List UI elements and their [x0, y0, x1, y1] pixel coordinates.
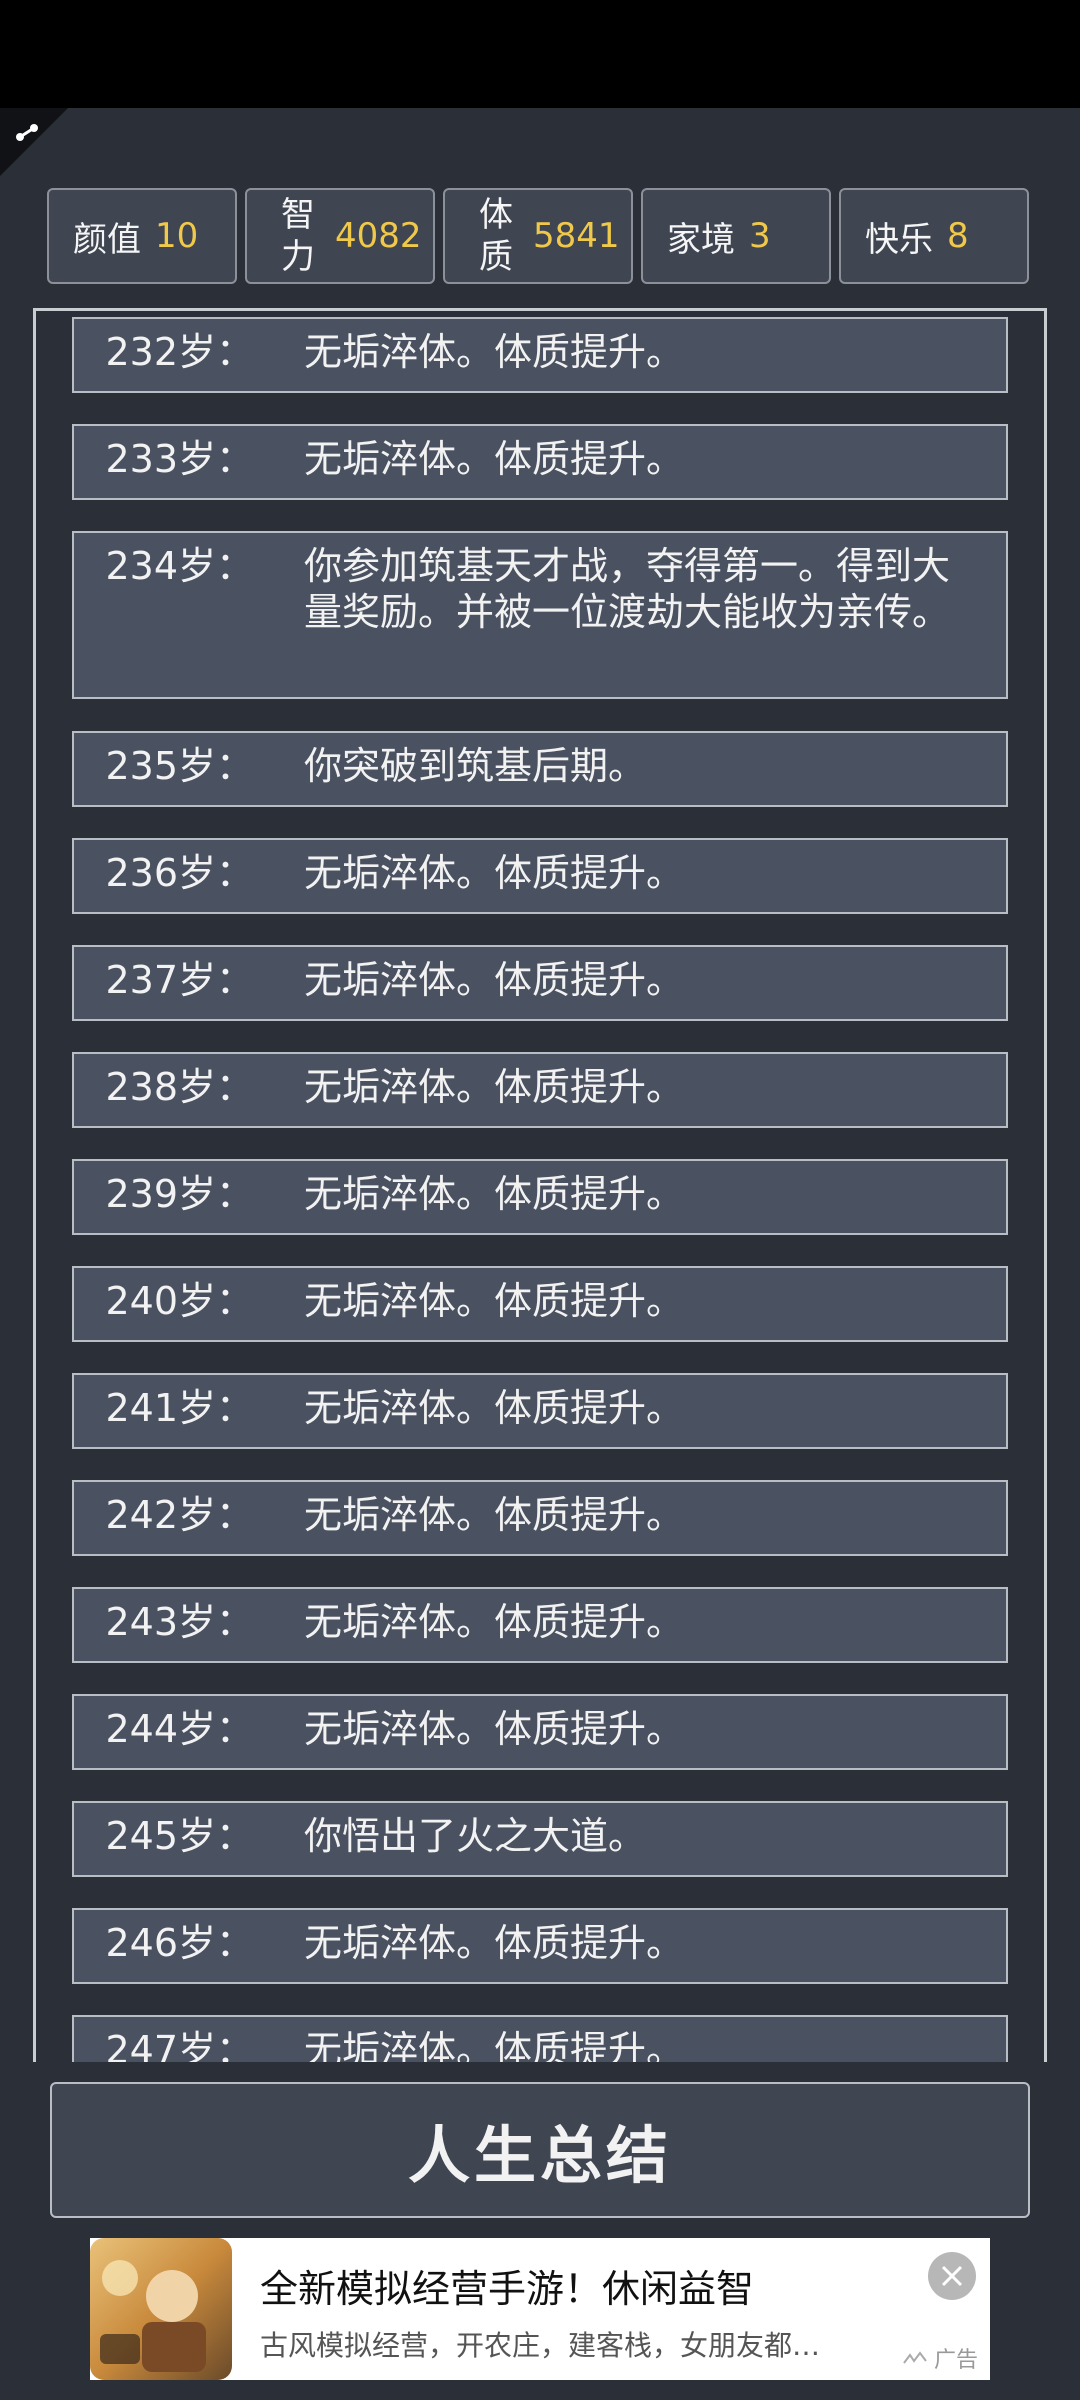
log-entry: 240岁： 无垢淬体。体质提升。	[72, 1266, 1008, 1342]
log-text: 无垢淬体。体质提升。	[304, 851, 685, 895]
life-summary-button[interactable]: 人生总结	[50, 2082, 1030, 2218]
log-age: 239岁：	[105, 1172, 254, 1216]
stat-appearance: 颜值 10	[47, 188, 237, 284]
log-entry: 236岁： 无垢淬体。体质提升。	[72, 838, 1008, 914]
log-age: 237岁：	[105, 958, 254, 1002]
log-entry: 239岁： 无垢淬体。体质提升。	[72, 1159, 1008, 1235]
stat-label: 颜值	[73, 219, 141, 260]
log-entry: 235岁： 你突破到筑基后期。	[72, 731, 1008, 807]
log-text: 无垢淬体。体质提升。	[304, 2028, 685, 2062]
log-age: 234岁：	[105, 544, 254, 588]
log-entry: 233岁： 无垢淬体。体质提升。	[72, 424, 1008, 500]
log-text: 无垢淬体。体质提升。	[304, 958, 685, 1002]
log-age: 236岁：	[105, 851, 254, 895]
log-text: 无垢淬体。体质提升。	[304, 1172, 685, 1216]
log-age: 238岁：	[105, 1065, 254, 1109]
log-entry: 247岁： 无垢淬体。体质提升。	[72, 2015, 1008, 2062]
log-entry: 244岁： 无垢淬体。体质提升。	[72, 1694, 1008, 1770]
ad-network-icon	[903, 2351, 927, 2364]
life-log-panel[interactable]: 232岁： 无垢淬体。体质提升。 233岁： 无垢淬体。体质提升。 234岁： …	[33, 308, 1047, 2062]
stat-value: 3	[749, 216, 771, 256]
log-text: 无垢淬体。体质提升。	[304, 1707, 685, 1751]
log-entry: 238岁： 无垢淬体。体质提升。	[72, 1052, 1008, 1128]
ad-description[interactable]: 古风模拟经营，开农庄，建客栈，女朋友都…	[260, 2324, 840, 2364]
log-entry: 242岁： 无垢淬体。体质提升。	[72, 1480, 1008, 1556]
log-age: 247岁：	[105, 2028, 254, 2062]
log-entry: 234岁： 你参加筑基天才战，夺得第一。得到大量奖励。并被一位渡劫大能收为亲传。	[72, 531, 1008, 699]
log-text: 无垢淬体。体质提升。	[304, 437, 685, 481]
stat-label: 快乐	[865, 219, 933, 260]
stat-label: 家境	[667, 219, 735, 260]
log-age: 235岁：	[105, 744, 254, 788]
stats-bar: 颜值 10 智力 4082 体质 5841 家境 3 快乐 8	[47, 188, 1032, 288]
stat-constitution: 体质 5841	[443, 188, 633, 284]
log-text: 无垢淬体。体质提升。	[304, 1386, 685, 1430]
log-text: 无垢淬体。体质提升。	[304, 1279, 685, 1323]
log-age: 244岁：	[105, 1707, 254, 1751]
ad-badge-label: 广告	[933, 2348, 978, 2373]
log-entry: 241岁： 无垢淬体。体质提升。	[72, 1373, 1008, 1449]
log-entry: 243岁： 无垢淬体。体质提升。	[72, 1587, 1008, 1663]
log-text: 你参加筑基天才战，夺得第一。得到大量奖励。并被一位渡劫大能收为亲传。	[304, 544, 951, 634]
stat-value: 4082	[335, 216, 422, 256]
log-entry: 246岁： 无垢淬体。体质提升。	[72, 1908, 1008, 1984]
ad-banner[interactable]: 全新模拟经营手游！休闲益智 古风模拟经营，开农庄，建客栈，女朋友都… 广告	[90, 2238, 990, 2380]
log-age: 233岁：	[105, 437, 254, 481]
ad-badge: 广告	[902, 2342, 978, 2374]
log-entry: 232岁： 无垢淬体。体质提升。	[72, 317, 1008, 393]
log-text: 你悟出了火之大道。	[304, 1814, 647, 1858]
log-age: 242岁：	[105, 1493, 254, 1537]
log-text: 无垢淬体。体质提升。	[304, 1600, 685, 1644]
log-age: 241岁：	[105, 1386, 254, 1430]
log-age: 245岁：	[105, 1814, 254, 1858]
log-text: 无垢淬体。体质提升。	[304, 1921, 685, 1965]
stat-label: 体质	[479, 195, 513, 277]
log-text: 你突破到筑基后期。	[304, 744, 647, 788]
stat-label: 智力	[281, 195, 315, 277]
ad-title[interactable]: 全新模拟经营手游！休闲益智	[260, 2258, 754, 2313]
stat-value: 10	[155, 216, 199, 256]
stat-value: 8	[947, 216, 969, 256]
status-bar	[0, 0, 1080, 108]
stat-happiness: 快乐 8	[839, 188, 1029, 284]
stat-family: 家境 3	[641, 188, 831, 284]
log-text: 无垢淬体。体质提升。	[304, 1065, 685, 1109]
log-age: 243岁：	[105, 1600, 254, 1644]
log-entry: 245岁： 你悟出了火之大道。	[72, 1801, 1008, 1877]
stat-value: 5841	[533, 216, 620, 256]
log-text: 无垢淬体。体质提升。	[304, 330, 685, 374]
ad-thumbnail-image[interactable]	[90, 2238, 232, 2380]
stat-intelligence: 智力 4082	[245, 188, 435, 284]
log-entry: 237岁： 无垢淬体。体质提升。	[72, 945, 1008, 1021]
log-age: 246岁：	[105, 1921, 254, 1965]
close-icon[interactable]	[928, 2252, 976, 2300]
link-icon[interactable]	[14, 122, 42, 144]
log-age: 240岁：	[105, 1279, 254, 1323]
log-age: 232岁：	[105, 330, 254, 374]
log-text: 无垢淬体。体质提升。	[304, 1493, 685, 1537]
